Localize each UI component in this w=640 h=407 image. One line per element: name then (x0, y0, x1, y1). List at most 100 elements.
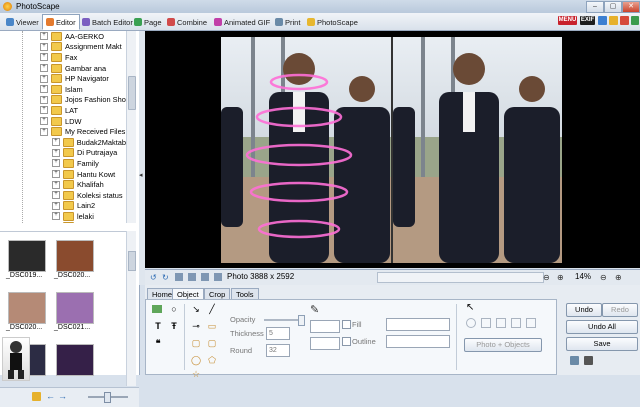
tab-print[interactable]: Print (271, 14, 304, 30)
folder-tree[interactable]: +AA-GERKO+Assignment Makt+Fax+Gambar ana… (0, 31, 126, 223)
rotate-left-icon[interactable]: ↺ (150, 273, 157, 282)
mirror-icon[interactable] (188, 273, 196, 281)
thumbnail[interactable] (56, 292, 94, 324)
star-icon[interactable]: ☆ (190, 368, 202, 380)
close-button[interactable]: ✕ (622, 1, 640, 13)
opacity-slider[interactable] (264, 319, 302, 321)
rotate-right-icon[interactable]: ↻ (162, 273, 169, 282)
outline-checkbox[interactable] (342, 337, 351, 346)
tree-node[interactable]: +Di Putrajaya (0, 148, 126, 159)
tree-node[interactable]: +Khalifah (0, 179, 126, 190)
lasso-icon[interactable]: ⊸ (190, 320, 202, 332)
speech-balloon-icon[interactable]: ○ (168, 303, 180, 315)
exif-badge[interactable]: EXIF (580, 16, 595, 25)
open-folder-icon[interactable] (32, 392, 41, 401)
folder-icon[interactable] (609, 16, 618, 25)
tab-viewer[interactable]: Viewer (2, 14, 43, 30)
eyedropper-icon[interactable]: ✎ (310, 303, 319, 316)
thumbnail[interactable] (56, 240, 94, 272)
undo-button[interactable]: Undo (566, 303, 602, 317)
tree-node[interactable]: +Gambar ana (0, 63, 126, 74)
tree-node[interactable]: +LAT (0, 105, 126, 116)
tree-node[interactable]: +Originals (0, 222, 126, 223)
share-icon[interactable] (570, 356, 579, 365)
tree-node[interactable]: +My Received Files (0, 126, 126, 137)
tree-scrollbar[interactable] (126, 31, 136, 223)
tab-photoscape[interactable]: PhotoScape (303, 14, 362, 30)
zoom-minus-icon[interactable]: ⊖ (600, 273, 607, 282)
tree-node[interactable]: +lelaki (0, 211, 126, 222)
tab-editor[interactable]: Editor (42, 14, 80, 30)
outline-color-dropdown[interactable] (386, 335, 450, 348)
tree-node[interactable]: +Islam (0, 84, 126, 95)
round-input[interactable]: 32 (266, 344, 290, 357)
polygon-icon[interactable]: ⬠ (206, 354, 218, 366)
tree-node[interactable]: +HP Navigator (0, 73, 126, 84)
forward-arrow-icon[interactable]: → (58, 391, 67, 401)
compare-icon[interactable] (201, 273, 209, 281)
fill-color-dropdown[interactable] (386, 318, 450, 331)
square-icon[interactable]: ▢ (190, 337, 202, 349)
edited-photo[interactable] (221, 37, 562, 263)
tree-node[interactable]: +Lain2 (0, 201, 126, 212)
flip-icon[interactable] (175, 273, 183, 281)
thumb-scrollbar[interactable] (126, 231, 136, 386)
expand-icon[interactable]: + (52, 149, 60, 157)
tree-node[interactable]: +Hantu Kowt (0, 169, 126, 180)
minimize-button[interactable]: – (586, 1, 604, 13)
help-icon[interactable] (620, 16, 629, 25)
expand-icon[interactable]: + (40, 96, 48, 104)
tab-animated-gif[interactable]: Animated GIF (210, 14, 274, 30)
select-arrow-icon[interactable]: ↖ (466, 302, 474, 313)
expand-icon[interactable]: + (52, 138, 60, 146)
expand-icon[interactable]: + (40, 117, 48, 125)
zoom-out-icon[interactable]: ⊖ (543, 273, 550, 282)
rectangle-icon[interactable]: ▭ (206, 320, 218, 332)
thumbnail[interactable] (8, 292, 46, 324)
tree-node[interactable]: +Budak2Maktab (0, 137, 126, 148)
thumbnail[interactable] (8, 240, 46, 272)
expand-icon[interactable]: + (40, 43, 48, 51)
undo-all-button[interactable]: Undo All (566, 320, 638, 334)
tab-batch-editor[interactable]: Batch Editor (78, 14, 137, 30)
object-tool-icon[interactable] (511, 318, 521, 328)
slider-handle[interactable] (104, 392, 111, 403)
fit-icon[interactable] (214, 273, 222, 281)
redo-button[interactable]: Redo (602, 303, 638, 317)
expand-icon[interactable]: + (52, 212, 60, 220)
arrow-line-icon[interactable]: ↘ (190, 303, 202, 315)
expand-icon[interactable]: + (52, 159, 60, 167)
object-tool-icon[interactable] (496, 318, 506, 328)
photo-objects-button[interactable]: Photo + Objects (464, 338, 542, 352)
expand-icon[interactable]: + (40, 64, 48, 72)
tab-page[interactable]: Page (130, 14, 166, 30)
printer-icon[interactable] (584, 356, 593, 365)
info-icon[interactable] (631, 16, 639, 25)
expand-icon[interactable]: + (52, 191, 60, 199)
collapse-arrow-icon[interactable]: ◂ (139, 171, 143, 179)
expand-icon[interactable]: + (52, 170, 60, 178)
line-icon[interactable]: ╱ (206, 303, 218, 315)
image-canvas[interactable] (145, 31, 640, 268)
circle-icon[interactable]: ◯ (190, 354, 202, 366)
object-tool-icon[interactable] (466, 318, 476, 328)
zoom-plus-icon[interactable]: ⊕ (615, 273, 622, 282)
back-arrow-icon[interactable]: ← (46, 391, 55, 401)
tab-combine[interactable]: Combine (163, 14, 211, 30)
thumbnail[interactable] (56, 344, 94, 376)
arrow-style-dropdown[interactable] (310, 337, 340, 350)
tree-node[interactable]: +Assignment Makt (0, 42, 126, 53)
object-tool-icon[interactable] (481, 318, 491, 328)
rounded-rect-icon[interactable]: ▢ (206, 337, 218, 349)
line-style-dropdown[interactable] (310, 320, 340, 333)
settings-icon[interactable] (598, 16, 607, 25)
text-icon[interactable]: T (152, 320, 164, 332)
tree-node[interactable]: +Jojos Fashion Sho (0, 95, 126, 106)
expand-icon[interactable]: + (40, 75, 48, 83)
thickness-input[interactable]: 5 (266, 327, 290, 340)
expand-icon[interactable]: + (40, 85, 48, 93)
opacity-slider-handle[interactable] (298, 315, 305, 326)
menu-badge[interactable]: MENU (558, 16, 577, 25)
fill-checkbox[interactable] (342, 320, 351, 329)
zoom-in-icon[interactable]: ⊕ (557, 273, 564, 282)
